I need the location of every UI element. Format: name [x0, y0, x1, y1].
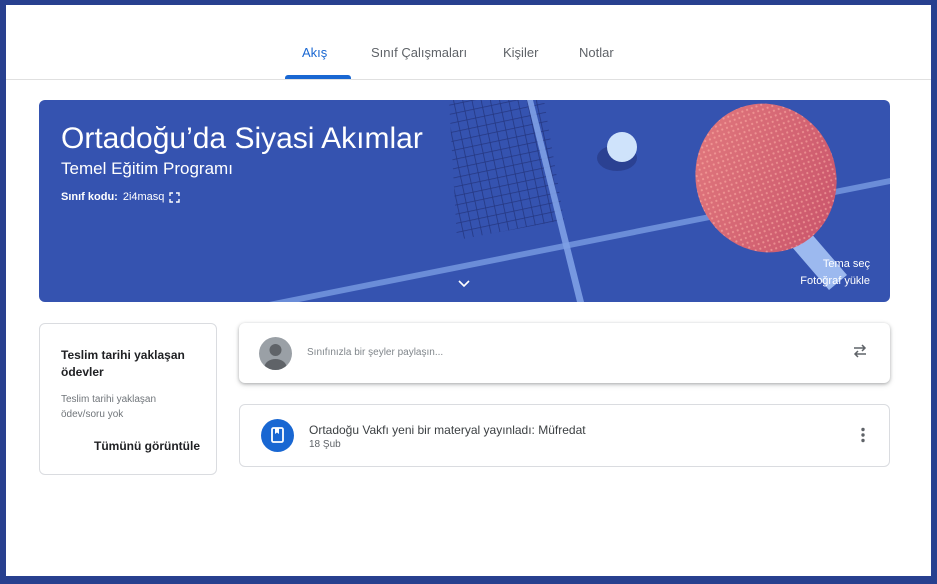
material-icon [261, 419, 294, 452]
upcoming-title: Teslim tarihi yaklaşan ödevler [61, 348, 185, 379]
stream-post[interactable]: Ortadoğu Vakfı yeni bir materyal yayınla… [239, 404, 890, 467]
upload-photo-link[interactable]: Fotoğraf yükle [800, 275, 870, 287]
upcoming-empty-text: Teslim tarihi yaklaşan ödev/soru yok [61, 394, 157, 420]
tab-classwork[interactable]: Sınıf Çalışmaları [371, 45, 467, 60]
more-vert-icon[interactable] [861, 427, 865, 448]
post-title: Ortadoğu Vakfı yeni bir materyal yayınla… [309, 423, 586, 437]
class-title: Ortadoğu’da Siyasi Akımlar [61, 122, 423, 155]
tab-people[interactable]: Kişiler [503, 45, 538, 60]
classroom-page: Akış Sınıf Çalışmaları Kişiler Notlar Or… [6, 5, 931, 576]
class-subtitle: Temel Eğitim Programı [61, 159, 233, 178]
tab-stream[interactable]: Akış [302, 45, 327, 60]
select-theme-link[interactable]: Tema seç [823, 258, 870, 270]
tab-grades[interactable]: Notlar [579, 45, 614, 60]
active-tab-indicator [285, 75, 351, 79]
view-all-link[interactable]: Tümünü görüntüle [94, 439, 200, 453]
avatar [259, 337, 292, 370]
class-code-label: Sınıf kodu: [61, 191, 118, 203]
chevron-down-icon[interactable] [457, 275, 471, 293]
upcoming-card: Teslim tarihi yaklaşan ödevler Teslim ta… [39, 323, 217, 475]
share-input[interactable]: Sınıfınızla bir şeyler paylaşın... [307, 347, 443, 358]
post-date: 18 Şub [309, 439, 341, 450]
class-banner: Ortadoğu’da Siyasi Akımlar Temel Eğitim … [39, 100, 890, 302]
class-code-value: 2i4masq [122, 191, 165, 203]
repost-icon[interactable] [852, 343, 868, 364]
class-code-row: Sınıf kodu: 2i4masq [61, 191, 181, 203]
share-box[interactable]: Sınıfınızla bir şeyler paylaşın... [239, 323, 890, 383]
fullscreen-icon[interactable] [169, 191, 181, 203]
top-nav: Akış Sınıf Çalışmaları Kişiler Notlar [6, 5, 931, 80]
